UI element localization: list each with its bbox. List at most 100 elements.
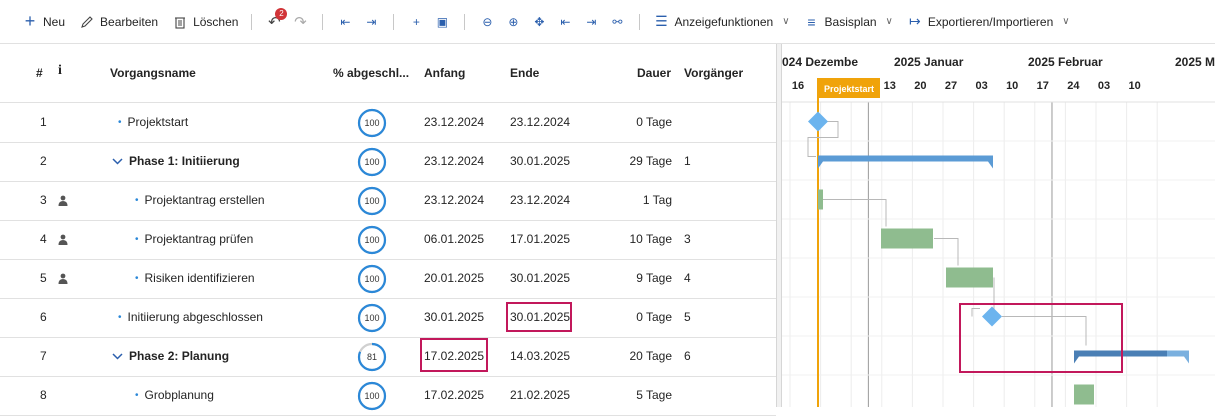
duration[interactable]: 0 Tage xyxy=(600,103,672,142)
end-date[interactable]: 23.12.2024 xyxy=(510,181,570,220)
predecessor[interactable]: 4 xyxy=(684,259,691,298)
summary-bar[interactable] xyxy=(818,155,993,162)
column-header-duration[interactable]: Dauer xyxy=(637,66,671,80)
indent-button[interactable]: ⇥ xyxy=(358,9,384,35)
column-header-start[interactable]: Anfang xyxy=(424,66,465,80)
task-name[interactable]: • Projektstart xyxy=(118,103,188,142)
duration[interactable]: 29 Tage xyxy=(600,142,673,181)
column-header-info-icon[interactable]: i xyxy=(58,63,62,79)
task-number[interactable]: 4 xyxy=(40,220,47,259)
new-label: Neu xyxy=(43,14,66,29)
task-name-text: Grobplanung xyxy=(144,388,214,402)
task-number[interactable]: 6 xyxy=(40,298,47,337)
task-bar[interactable] xyxy=(946,267,993,288)
end-date[interactable]: 23.12.2024 xyxy=(510,103,570,142)
task-info-icon: ▣ xyxy=(436,14,449,29)
collapse-chevron-icon[interactable] xyxy=(112,337,123,376)
scroll-to-start-button[interactable]: ⇤ xyxy=(552,9,578,35)
start-date[interactable]: 23.12.2024 xyxy=(424,103,484,142)
predecessor[interactable]: 6 xyxy=(684,337,691,376)
task-name[interactable]: • Projektantrag erstellen xyxy=(135,181,265,220)
milestone-diamond[interactable] xyxy=(808,111,828,132)
zoom-in-button[interactable]: ⊕ xyxy=(500,9,526,35)
start-date[interactable]: 23.12.2024 xyxy=(424,142,484,181)
start-date[interactable]: 17.02.2025 xyxy=(424,376,484,415)
task-number[interactable]: 3 xyxy=(40,181,47,220)
collapse-chevron-icon[interactable] xyxy=(112,142,123,181)
column-header-end[interactable]: Ende xyxy=(510,66,539,80)
column-header-percent-complete[interactable]: % abgeschl... xyxy=(333,66,409,80)
new-button[interactable]: + Neu xyxy=(18,8,69,36)
outdent-button[interactable]: ⇤ xyxy=(332,9,358,35)
task-name[interactable]: • Initiierung abgeschlossen xyxy=(118,298,263,337)
task-row[interactable]: 7 Phase 2: Planung 81 17.02.2025 14.03.2025 2… xyxy=(0,337,776,377)
end-date[interactable]: 30.01.2025 xyxy=(510,142,570,181)
dependency-connector xyxy=(1002,316,1087,346)
task-row[interactable]: 8 • Grobplanung 100 17.02.2025 21.02.2025 5 Ta… xyxy=(0,376,776,416)
duration[interactable]: 20 Tage xyxy=(600,337,673,376)
add-subtask-button[interactable]: + xyxy=(403,9,429,35)
end-date[interactable]: 21.02.2025 xyxy=(510,376,570,415)
column-header-task-name[interactable]: Vorgangsname xyxy=(110,66,196,80)
end-date[interactable]: 17.01.2025 xyxy=(510,220,570,259)
undo-button[interactable]: ↶ 2 xyxy=(261,7,288,35)
start-date[interactable]: 06.01.2025 xyxy=(424,220,484,259)
zoom-out-button[interactable]: ⊖ xyxy=(474,9,500,35)
column-header-number[interactable]: # xyxy=(36,66,43,80)
milestone-diamond[interactable] xyxy=(982,306,1002,327)
task-row[interactable]: 6 • Initiierung abgeschlossen 100 30.01.2025… xyxy=(0,298,776,338)
task-name[interactable]: • Projektantrag prüfen xyxy=(135,220,253,259)
percent-complete-ring[interactable]: 81 xyxy=(357,342,387,372)
task-bar[interactable] xyxy=(1074,384,1094,405)
start-date[interactable]: 20.01.2025 xyxy=(424,259,484,298)
start-date[interactable]: 30.01.2025 xyxy=(424,298,484,337)
predecessor[interactable]: 3 xyxy=(684,220,691,259)
redo-button[interactable]: ↷ xyxy=(287,9,313,35)
task-row[interactable]: 2 Phase 1: Initiierung 100 23.12.2024 30.01.… xyxy=(0,142,776,182)
duration[interactable]: 9 Tage xyxy=(600,259,672,298)
task-row[interactable]: 4 • Projektantrag prüfen 100 06.01.2025 17.01… xyxy=(0,220,776,260)
grid-header: # i Vorgangsname % abgeschl... Anfang En… xyxy=(0,44,776,103)
column-header-predecessor[interactable]: Vorgänger xyxy=(684,66,743,80)
timeline-day-label: 10 xyxy=(1128,80,1140,92)
task-row[interactable]: 1 • Projektstart 100 23.12.2024 23.12.2024 0 T… xyxy=(0,103,776,143)
task-name[interactable]: Phase 2: Planung xyxy=(112,337,229,376)
duration[interactable]: 0 Tage xyxy=(600,298,672,337)
task-number[interactable]: 2 xyxy=(40,142,47,181)
task-number[interactable]: 5 xyxy=(40,259,47,298)
task-info-button[interactable]: ▣ xyxy=(429,9,455,35)
delete-button[interactable]: Löschen xyxy=(168,8,242,36)
baseline-dropdown[interactable]: ≡ Basisplan ∨ xyxy=(800,8,897,36)
percent-complete-ring[interactable]: 100 xyxy=(357,264,387,294)
predecessor[interactable]: 1 xyxy=(684,142,691,181)
percent-complete-ring[interactable]: 100 xyxy=(357,225,387,255)
task-row[interactable]: 5 • Risiken identifizieren 100 20.01.2025 30.… xyxy=(0,259,776,299)
percent-complete-ring[interactable]: 100 xyxy=(357,186,387,216)
export-import-dropdown[interactable]: ↦ Exportieren/Importieren ∨ xyxy=(903,8,1074,36)
duration[interactable]: 5 Tage xyxy=(600,376,672,415)
end-date[interactable]: 30.01.2025 xyxy=(510,259,570,298)
duration[interactable]: 1 Tag xyxy=(600,181,672,220)
task-number[interactable]: 7 xyxy=(40,337,47,376)
task-row[interactable]: 3 • Projektantrag erstellen 100 23.12.2024 23… xyxy=(0,181,776,221)
task-bar[interactable] xyxy=(881,228,933,249)
task-name[interactable]: Phase 1: Initiierung xyxy=(112,142,240,181)
link-tasks-button[interactable]: ⚯ xyxy=(604,9,630,35)
task-name-text: Initiierung abgeschlossen xyxy=(127,310,263,324)
edit-button[interactable]: Bearbeiten xyxy=(75,8,162,36)
task-number[interactable]: 1 xyxy=(40,103,47,142)
fit-view-button[interactable]: ✥ xyxy=(526,9,552,35)
end-date[interactable]: 14.03.2025 xyxy=(510,337,570,376)
percent-complete-ring[interactable]: 100 xyxy=(357,303,387,333)
task-number[interactable]: 8 xyxy=(40,376,47,415)
task-bar[interactable] xyxy=(818,189,823,210)
scroll-to-end-button[interactable]: ⇥ xyxy=(578,9,604,35)
start-date[interactable]: 23.12.2024 xyxy=(424,181,484,220)
percent-complete-ring[interactable]: 100 xyxy=(357,108,387,138)
predecessor[interactable]: 5 xyxy=(684,298,691,337)
task-name[interactable]: • Grobplanung xyxy=(135,376,214,415)
percent-complete-ring[interactable]: 100 xyxy=(357,147,387,177)
display-options-dropdown[interactable]: ☰ Anzeigefunktionen ∨ xyxy=(649,8,793,36)
task-name[interactable]: • Risiken identifizieren xyxy=(135,259,255,298)
duration[interactable]: 10 Tage xyxy=(600,220,673,259)
